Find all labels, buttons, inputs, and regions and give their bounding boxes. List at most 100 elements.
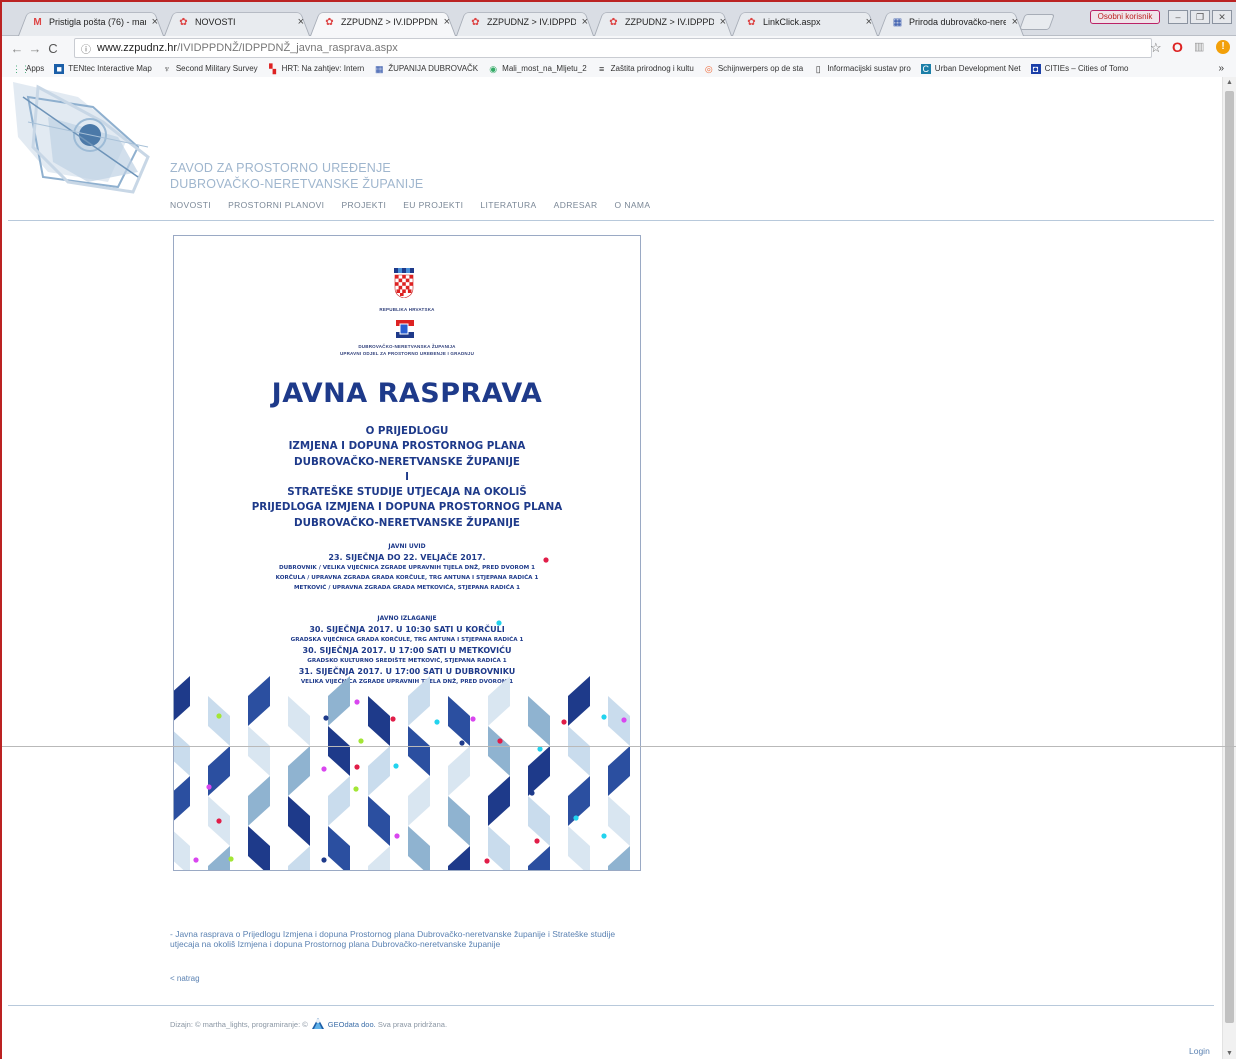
close-icon[interactable]: × [298,16,304,28]
reload-icon[interactable]: C [44,41,62,56]
back-arrow-icon[interactable]: ← [8,41,26,56]
pattern-shape [408,826,430,870]
close-window-icon[interactable]: ✕ [1212,10,1232,24]
geodata-link[interactable]: GEOdata doo. [328,1020,376,1029]
bookmark-zupanija[interactable]: ▦ ŽUPANIJA DUBROVAČK [374,64,478,74]
geodata-logo-icon[interactable] [311,1017,325,1031]
nav-item-literatura[interactable]: LITERATURA [480,200,536,210]
url-path: /IVIDPPDNŽ/IDPPDNŽ_javna_rasprava.aspx [177,42,398,54]
nav-item-projekti[interactable]: PROJEKTI [341,200,386,210]
warning-icon[interactable]: ! [1216,40,1230,54]
tab-linkclick[interactable]: ✿ LinkClick.aspx × [730,8,880,36]
gmail-icon: M [33,16,42,28]
county-department: UPRAVNI ODJEL ZA PROSTORNO UREĐENJE I GR… [339,351,475,356]
tentec-icon: ■ [54,63,65,74]
poster-headline: JAVNA RASPRAVA [271,378,543,409]
bookmark-mali-most[interactable]: ◉ Mali_most_na_Mljetu_2 [488,64,586,74]
forward-arrow-icon[interactable]: → [26,41,44,56]
close-icon[interactable]: × [444,16,450,28]
tab-zzpudnz-2[interactable]: ✿ ZZPUDNZ > IV.IDPPDNŽ > × [454,8,596,36]
site-title-line2: DUBROVAČKO-NERETVANSKE ŽUPANIJE [170,177,424,191]
pattern-shape [208,696,230,746]
pattern-shape [448,846,470,870]
close-icon[interactable]: × [1012,16,1018,28]
info-icon[interactable]: ⓘ [81,41,91,56]
pattern-shape [608,696,630,746]
bookmark-zastita[interactable]: ≡ Zaštita prirodnog i kultu [597,64,694,74]
pattern-shape [174,776,190,821]
tabs: M Pristigla pošta (76) - marin × ✿ NOVOS… [16,2,1076,36]
site-title[interactable]: ZAVOD ZA PROSTORNO UREĐENJE DUBROVAČKO-N… [170,160,423,192]
list-icon: ≡ [599,63,605,74]
tab-active[interactable]: ✿ ZZPUDNZ > IV.IDPPDNŽ > × [308,8,458,36]
nav-item-prostorni-planovi[interactable]: PROSTORNI PLANOVI [228,200,324,210]
bookmarks-more-icon[interactable]: » [1218,63,1224,74]
address-bar[interactable]: ⓘ www.zzpudnz.hr/IVIDPPDNŽ/IDPPDNŽ_javna… [74,38,1152,58]
bookmark-apps[interactable]: ⋮⋮ Apps [12,64,44,74]
bookmark-schijnwerpers[interactable]: ◎ Schijnwerpers op de sta [704,64,803,74]
site-logo [13,82,150,194]
restore-icon[interactable]: ❐ [1190,10,1210,24]
hrt-icon: ▚ [269,63,277,74]
bookmark-survey[interactable]: ♆ Second Military Survey [162,64,257,74]
tab-gmail[interactable]: M Pristigla pošta (76) - marin × [16,8,166,36]
bookmarks-bar: ⋮⋮ Apps ■ TENtec Interactive Map ♆ Second M… [2,60,1236,78]
scroll-thumb[interactable] [1225,91,1234,1023]
scroll-down-icon[interactable]: ▼ [1226,1050,1233,1057]
subtitle-line: PRIJEDLOGA IZMJENA I DOPUNA PROSTORNOG P… [251,501,563,514]
tab-zzpudnz-3[interactable]: ✿ ZZPUDNZ > IV.IDPPDNŽ > × [592,8,734,36]
uvid-heading: JAVNI UVID [388,543,426,550]
subtitle-line: O PRIJEDLOGU [365,425,449,437]
republic-label: REPUBLIKA HRVATSKA [379,307,435,312]
pattern-shape [248,726,270,776]
bookmark-hrt[interactable]: ▚ HRT: Na zahtjev: Intern [268,63,364,74]
poster-subtitle: O PRIJEDLOGU IZMJENA I DOPUNA PROSTORNOG… [174,424,640,531]
new-tab-button[interactable] [1019,14,1055,30]
close-icon[interactable]: × [152,16,158,28]
nav-item-adresar[interactable]: ADRESAR [554,200,598,210]
footer-rights: Sva prava pridržana. [377,1019,448,1029]
pattern-shape [248,676,270,726]
scroll-up-icon[interactable]: ▲ [1226,79,1233,86]
close-icon[interactable]: × [866,16,872,28]
extension-icon[interactable]: ▥ [1194,40,1204,53]
poster-image: REPUBLIKA HRVATSKA DUBROVAČKO-NERETVANSK… [173,235,641,871]
pattern-shape [448,796,470,846]
profile-button[interactable]: Osobni korisnik [1090,10,1160,24]
javni-uvid-section: JAVNI UVID 23. SIJEČNJA DO 22. VELJAČE 2… [174,542,640,593]
pattern-shape [174,676,190,721]
pattern-shape [174,731,190,776]
close-icon[interactable]: × [720,16,726,28]
bookmark-cities[interactable]: ◘ CITIEs – Cities of Tomo [1030,63,1129,74]
nav-item-eu-projekti[interactable]: EU PROJEKTI [403,200,463,210]
minimize-icon[interactable]: – [1168,10,1188,24]
pattern-shape [488,726,510,776]
tab-novosti[interactable]: ✿ NOVOSTI × [162,8,312,36]
pattern-shape [528,796,550,846]
tab-priroda[interactable]: ▦ Priroda dubrovačko-neretv × [876,8,1026,36]
pattern-shape [288,846,310,870]
close-icon[interactable]: × [582,16,588,28]
pattern-shape [608,796,630,846]
subtitle-line: DUBROVAČKO-NERETVANSKE ŽUPANIJE [294,455,520,468]
main-nav: NOVOSTI PROSTORNI PLANOVI PROJEKTI EU PR… [170,200,667,210]
pattern-shape [448,696,470,746]
bookmark-urban[interactable]: C Urban Development Net [920,63,1021,74]
opera-icon[interactable]: O [1172,39,1183,55]
login-link[interactable]: Login [1189,1046,1210,1056]
header-divider [8,220,1214,221]
back-link[interactable]: < natrag [170,974,200,983]
pattern-shape [488,676,510,726]
vertical-scrollbar[interactable]: ▲ ▼ [1222,77,1236,1059]
nav-item-o-nama[interactable]: O NAMA [615,200,651,210]
bookmark-tentec[interactable]: ■ TENtec Interactive Map [54,63,152,74]
county-name: DUBROVAČKO-NERETVANSKA ŽUPANIJA [358,344,456,349]
bookmark-star-icon[interactable]: ☆ [1150,40,1162,56]
bookmark-informacijski[interactable]: ▯ Informacijski sustav pro [813,64,911,74]
pattern-shape [488,776,510,826]
site-icon: ✿ [325,16,334,28]
subtitle-line: STRATEŠKE STUDIJE UTJECAJA NA OKOLIŠ [287,486,527,499]
footer: Dizajn: © martha_lights, programiranje: … [170,1017,447,1031]
poster-caption[interactable]: - Javna rasprava o Prijedlogu Izmjena i … [170,929,646,949]
nav-item-novosti[interactable]: NOVOSTI [170,200,211,210]
